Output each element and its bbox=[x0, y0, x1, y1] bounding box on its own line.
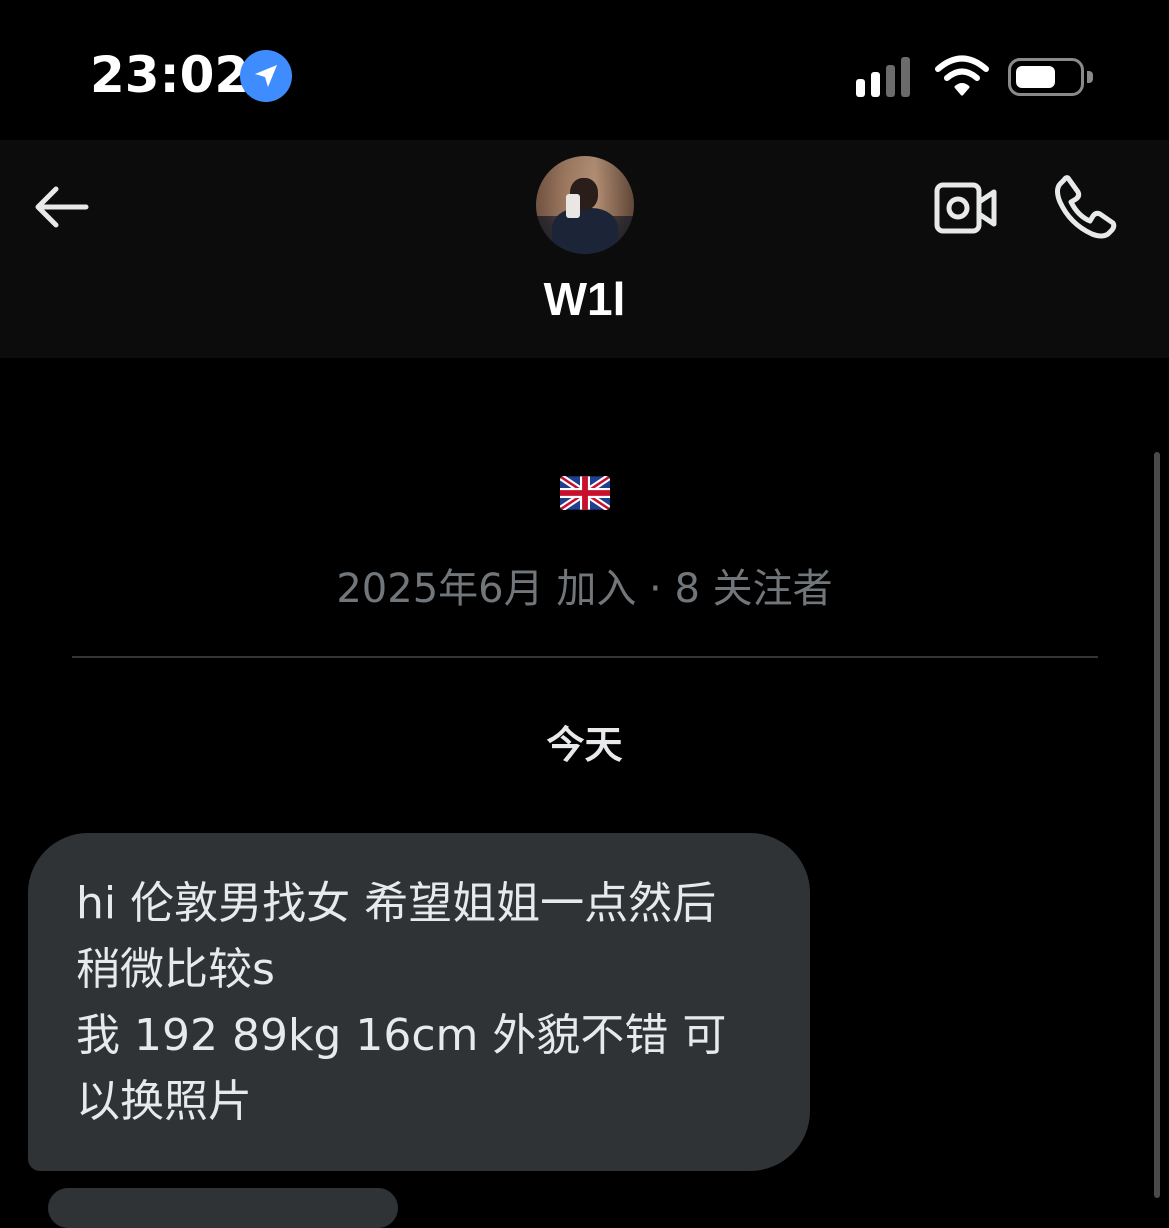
battery-icon bbox=[1008, 58, 1093, 96]
status-time: 23:02 bbox=[90, 46, 250, 104]
battery-level bbox=[1016, 66, 1055, 88]
uk-flag-icon bbox=[560, 476, 610, 510]
video-camera-icon[interactable] bbox=[934, 180, 998, 236]
arrow-left-icon[interactable] bbox=[30, 182, 90, 232]
location-arrow-icon bbox=[240, 50, 292, 102]
message-text: hi 伦敦男找女 希望姐姐一点然后 稍微比较s 我 192 89kg 16cm … bbox=[76, 878, 727, 1127]
avatar[interactable] bbox=[536, 156, 634, 254]
message-bubble[interactable]: hi 伦敦男找女 希望姐姐一点然后 稍微比较s 我 192 89kg 16cm … bbox=[28, 833, 810, 1171]
message-bubble-partial[interactable] bbox=[48, 1188, 398, 1228]
wifi-icon bbox=[935, 55, 989, 96]
profile-meta: 2025年6月 加入 · 8 关注者 bbox=[336, 566, 833, 612]
cellular-signal-icon bbox=[856, 57, 910, 97]
day-separator: 今天 bbox=[546, 723, 623, 767]
conversation-header: W1l bbox=[0, 140, 1169, 358]
divider bbox=[72, 656, 1098, 658]
username[interactable]: W1l bbox=[0, 272, 1169, 326]
status-bar: 23:02 bbox=[0, 0, 1169, 140]
phone-icon[interactable] bbox=[1052, 174, 1118, 240]
